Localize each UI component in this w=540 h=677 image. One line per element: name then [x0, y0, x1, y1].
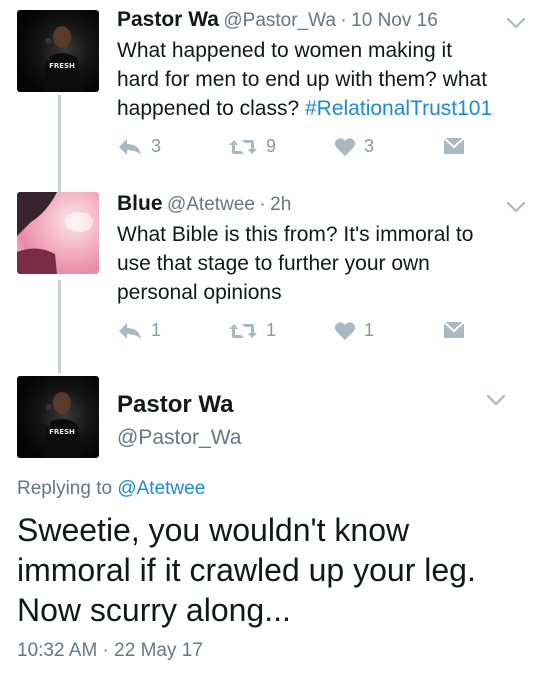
reply-icon	[119, 138, 141, 155]
thread-line-1	[58, 95, 61, 192]
main-tweet-author-name[interactable]: Pastor Wa	[117, 391, 233, 419]
like-icon	[334, 321, 356, 340]
tweet-2-retweet-count: 1	[266, 320, 277, 340]
tweet-2-line-3: personal opinions	[117, 281, 282, 304]
tweet-2-text: What Bible is this from? It's immoral to…	[117, 220, 527, 307]
tweet-2-like-count: 1	[364, 320, 375, 340]
tweet-2-line-1: What Bible is this from? It's immoral to	[117, 223, 474, 246]
dm-icon[interactable]	[443, 137, 465, 155]
tweet-1-reply-count: 3	[151, 136, 162, 156]
replying-to-link[interactable]: @Atetwee	[117, 478, 205, 499]
reply-icon	[119, 322, 141, 339]
tweet-2-reply-button[interactable]: 1	[117, 320, 161, 341]
tweet-1-dot: ·	[340, 10, 347, 31]
svg-text:FRESH: FRESH	[49, 428, 75, 436]
tweet-2-like-button[interactable]: 1	[334, 320, 374, 341]
chevron-down-icon[interactable]	[505, 16, 527, 30]
chevron-down-icon[interactable]	[485, 393, 507, 407]
tweet-1-line-3-text: happened to class?	[117, 97, 305, 120]
tweet-2-retweet-button[interactable]: 1	[228, 320, 276, 341]
tweet-1-handle[interactable]: @Pastor_Wa	[223, 10, 336, 31]
avatar-pastor-wa[interactable]: FRESH	[17, 10, 99, 92]
tweet-1-like-button[interactable]: 3	[334, 136, 374, 157]
tweet-1-like-count: 3	[364, 136, 375, 156]
main-tweet-line-2: immoral if it crawled up your leg.	[17, 552, 476, 588]
retweet-icon	[229, 139, 257, 154]
chevron-down-icon[interactable]	[505, 200, 527, 214]
thread-line-2	[58, 280, 61, 373]
retweet-icon	[229, 323, 257, 338]
tweet-1-text: What happened to women making it hard fo…	[117, 36, 527, 123]
tweet-1-retweet-button[interactable]: 9	[228, 136, 276, 157]
main-tweet-line-1: Sweetie, you wouldn't know	[17, 512, 410, 548]
tweet-1-retweet-count: 9	[266, 136, 277, 156]
main-tweet-timestamp[interactable]: 10:32 AM · 22 May 17	[17, 640, 203, 662]
tweet-2-handle[interactable]: @Atetwee	[167, 194, 255, 215]
tweet-2-author-name[interactable]: Blue	[117, 192, 163, 215]
hashtag-link[interactable]: #RelationalTrust101	[305, 97, 492, 120]
tweet-1-line-3: happened to class? #RelationalTrust101	[117, 94, 527, 123]
dm-icon[interactable]	[443, 321, 465, 339]
tweet-1-time[interactable]: 10 Nov 16	[351, 10, 438, 31]
tweet-1-reply-button[interactable]: 3	[117, 136, 161, 157]
main-tweet-line-3: Now scurry along...	[17, 592, 291, 628]
pastor-photo: FRESH	[43, 392, 83, 458]
main-tweet-text: Sweetie, you wouldn't know immoral if it…	[17, 510, 527, 630]
avatar-blue[interactable]	[17, 192, 99, 274]
tweet-2-time[interactable]: 2h	[270, 194, 291, 215]
tweet-1-line-2: hard for men to end up with them? what	[117, 68, 488, 91]
like-icon	[334, 137, 356, 156]
pastor-photo: FRESH	[43, 26, 83, 92]
replying-to-context: Replying to @Atetwee	[17, 478, 205, 500]
replying-to-label: Replying to	[17, 478, 118, 499]
tweet-1-header: Pastor Wa @Pastor_Wa · 10 Nov 16	[117, 8, 438, 32]
tweet-1-author-name[interactable]: Pastor Wa	[117, 8, 219, 31]
avatar-pastor-wa-main[interactable]: FRESH	[17, 376, 99, 458]
tweet-1-line-1: What happened to women making it	[117, 39, 453, 62]
main-tweet-handle[interactable]: @Pastor_Wa	[117, 426, 241, 450]
tweet-2-line-2: use that stage to further your own	[117, 252, 430, 275]
blue-photo	[17, 192, 93, 274]
svg-text:FRESH: FRESH	[49, 62, 75, 70]
tweet-2-dot: ·	[259, 194, 266, 215]
tweet-2-reply-count: 1	[151, 320, 162, 340]
tweet-2-header: Blue @Atetwee · 2h	[117, 192, 291, 216]
